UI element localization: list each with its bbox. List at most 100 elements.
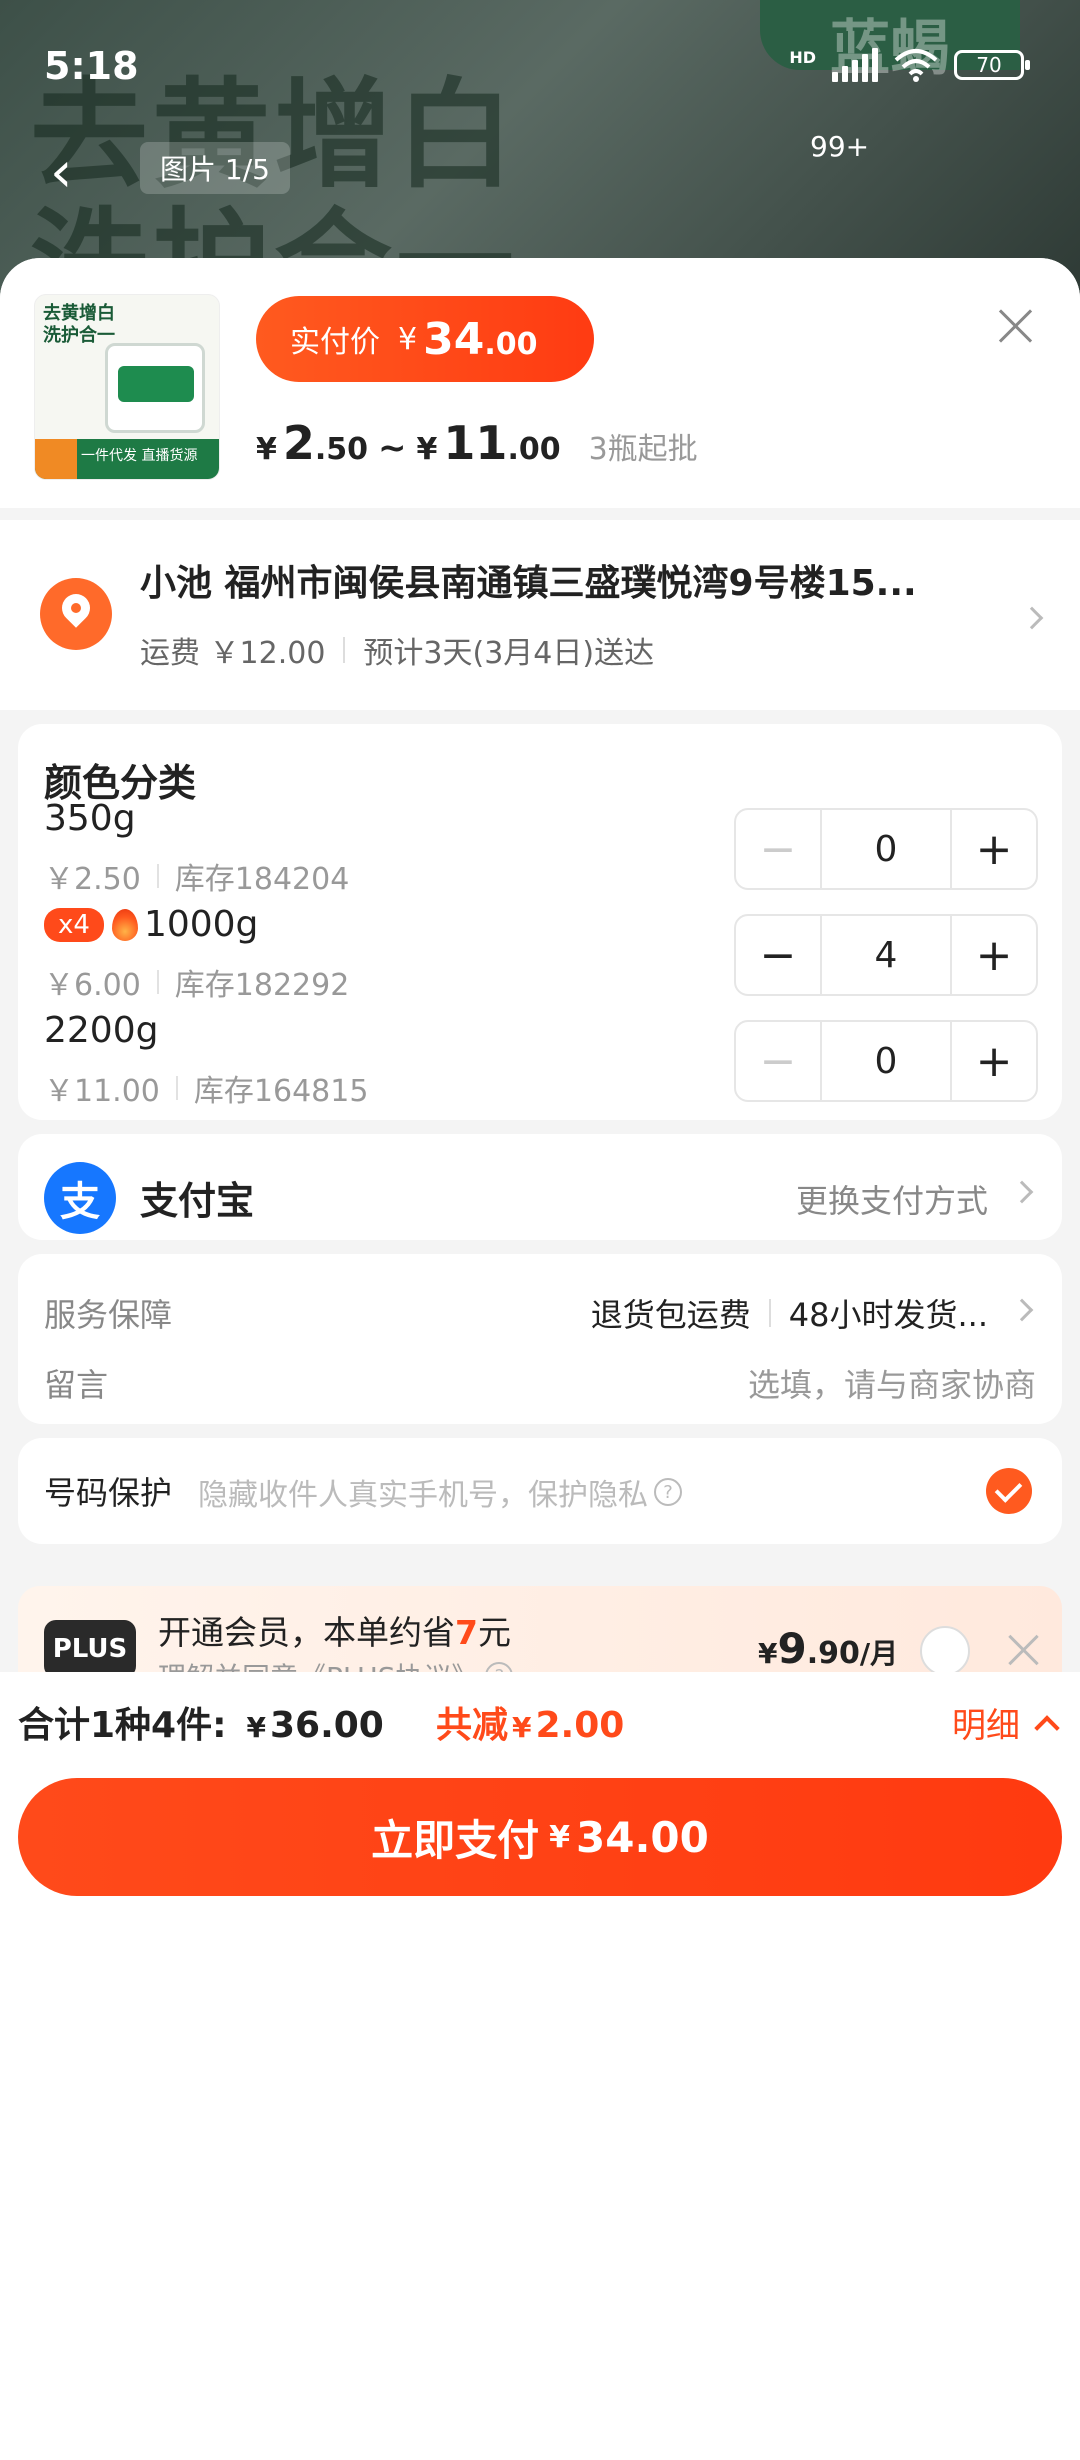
quantity-stepper: − 4 + [734,914,1038,996]
variant-meta: ￥11.00 库存164815 [44,1066,368,1110]
payment-method-row[interactable]: 支 支付宝 更换支付方式 [18,1134,1062,1240]
delivery-info: 运费 ￥12.00 预计3天(3月4日)送达 [140,628,654,672]
plus-save-amount: 7 [455,1613,478,1652]
variant-price: ￥11.00 [44,1074,160,1109]
help-icon[interactable]: ? [654,1478,682,1506]
variant-name-wrap: x4 1000g [44,904,258,945]
battery-icon: 70 [954,50,1030,80]
phone-protection-checkbox[interactable] [986,1468,1032,1514]
pay-now-label: 立即支付 [371,1815,540,1865]
variant-name: 1000g [143,904,259,945]
phone-protection-label: 号码保护 [44,1474,173,1512]
quantity-stepper: − 0 + [734,808,1038,890]
service-section: 服务保障 退货包运费 48小时发货... 留言 选填，请与商家协商 [18,1254,1062,1424]
variant-row: 2200g ￥11.00 库存164815 − 0 + [18,1010,1062,1130]
variant-name: 350g [44,798,136,839]
close-icon[interactable] [994,304,1038,348]
discount-label: 共减 [436,1705,509,1746]
signal-icon [832,48,878,82]
service-values[interactable]: 退货包运费 48小时发货... [591,1290,988,1336]
thumbnail-strip-text: 一件代发 直播货源 [81,448,198,464]
variant-row: x4 1000g ￥6.00 库存182292 − 4 + [18,904,1062,1024]
actual-price-label: 实付价 [290,325,380,360]
variant-section: 颜色分类 350g ￥2.50 库存184204 − 0 + x4 1000g … [18,724,1062,1120]
product-header: 去黄增白 洗护合一 一件代发 直播货源 实付价 ¥ 34 .00 ¥ 2 .50… [0,258,1080,508]
note-input[interactable]: 选填，请与商家协商 [748,1360,1036,1406]
plus-price-int: 9 [777,1624,807,1673]
decrement-button[interactable]: − [736,810,820,888]
thumbnail-text: 去黄增白 洗护合一 [43,303,115,347]
variant-stock: 库存164815 [193,1074,369,1109]
total-amount: 36.00 [269,1705,384,1746]
variant-stock: 库存184204 [174,862,350,897]
quantity-value[interactable]: 0 [820,810,952,888]
checkout-bar: 合计1种4件: ¥ 36.00 共减 ¥ 2.00 明细 立即支付 ¥ 34.0… [0,1672,1080,2460]
range-tilde: ~ [378,428,407,468]
variant-row: 350g ￥2.50 库存184204 − 0 + [18,798,1062,918]
pay-now-button[interactable]: 立即支付 ¥ 34.00 [18,1778,1062,1896]
chevron-right-icon [1010,1298,1034,1322]
decrement-button[interactable]: − [736,1022,820,1100]
increment-button[interactable]: + [952,810,1036,888]
service-return-shipping: 退货包运费 [590,1296,751,1334]
plus-price: ¥ 9 .90 /月 [758,1624,898,1673]
close-icon[interactable] [1004,1630,1044,1670]
range-max-dec: .00 [507,432,561,467]
plus-price-dec: .90 [806,1636,860,1671]
discount-total: 共减 ¥ 2.00 [436,1696,624,1748]
variant-price: ￥6.00 [44,968,141,1003]
variant-meta: ￥2.50 库存184204 [44,854,349,898]
quantity-value[interactable]: 0 [820,1022,952,1100]
plus-price-unit: /月 [859,1637,899,1670]
cart-badge: 99+ [810,130,870,163]
order-sheet: 去黄增白 洗护合一 一件代发 直播货源 实付价 ¥ 34 .00 ¥ 2 .50… [0,258,1080,2460]
phone-protection-desc: 隐藏收件人真实手机号，保护隐私 ? [198,1470,682,1514]
range-max-int: 11 [443,416,508,470]
chevron-up-icon [1034,1714,1060,1741]
status-bar: 5:18 HD 70 [0,0,1080,130]
service-ship-48h: 48小时发货... [788,1296,988,1334]
chevron-right-icon [1010,1180,1034,1204]
pay-now-amount: 34.00 [576,1812,709,1862]
change-payment-link[interactable]: 更换支付方式 [796,1176,988,1222]
address-section[interactable]: 小池 福州市闽侯县南通镇三盛璞悦湾9号楼15... 运费 ￥12.00 预计3天… [0,520,1080,710]
product-thumbnail[interactable]: 去黄增白 洗护合一 一件代发 直播货源 [34,294,220,480]
battery-level: 70 [976,53,1002,77]
wifi-icon [894,49,938,82]
range-min-dec: .50 [314,432,369,467]
shipping-fee: 运费 ￥12.00 [140,636,326,671]
increment-button[interactable]: + [952,916,1036,994]
network-label: HD [789,48,816,67]
thumbnail-text-line2: 洗护合一 [43,325,115,346]
order-total: 合计1种4件: ¥ 36.00 [18,1696,384,1748]
service-label: 服务保障 [44,1296,173,1334]
quantity-tag: x4 [44,907,104,942]
payment-method-name: 支付宝 [140,1179,255,1223]
actual-price-decimal: .00 [484,326,538,362]
quantity-stepper: − 0 + [734,1020,1038,1102]
total-currency: ¥ [246,1711,266,1744]
thumbnail-text-line1: 去黄增白 [43,303,115,324]
variant-meta: ￥6.00 库存182292 [44,960,349,1004]
variant-stock: 库存182292 [174,968,350,1003]
address-line: 小池 福州市闽侯县南通镇三盛璞悦湾9号楼15... [140,563,917,604]
plus-logo: PLUS [44,1620,136,1678]
variant-name: 2200g [44,1010,159,1051]
alipay-icon: 支 [44,1162,116,1234]
plus-select-radio[interactable] [920,1626,970,1676]
range-min-int: 2 [282,416,315,470]
decrement-button[interactable]: − [736,916,820,994]
increment-button[interactable]: + [952,1022,1036,1100]
plus-offer-prefix: 开通会员，本单约省 [158,1613,455,1652]
range-currency-max: ¥ [416,432,438,467]
back-arrow-icon[interactable]: ‹ [50,140,72,205]
location-pin-icon [40,578,112,650]
bucket-image [105,343,205,433]
status-icons: HD 70 [789,48,1030,82]
actual-price-pill: 实付价 ¥ 34 .00 [256,296,594,382]
delivery-eta: 预计3天(3月4日)送达 [363,636,655,671]
quantity-value[interactable]: 4 [820,916,952,994]
note-label: 留言 [44,1366,109,1404]
detail-toggle[interactable]: 明细 [952,1698,1060,1747]
phone-protection-text: 隐藏收件人真实手机号，保护隐私 [198,1478,648,1513]
